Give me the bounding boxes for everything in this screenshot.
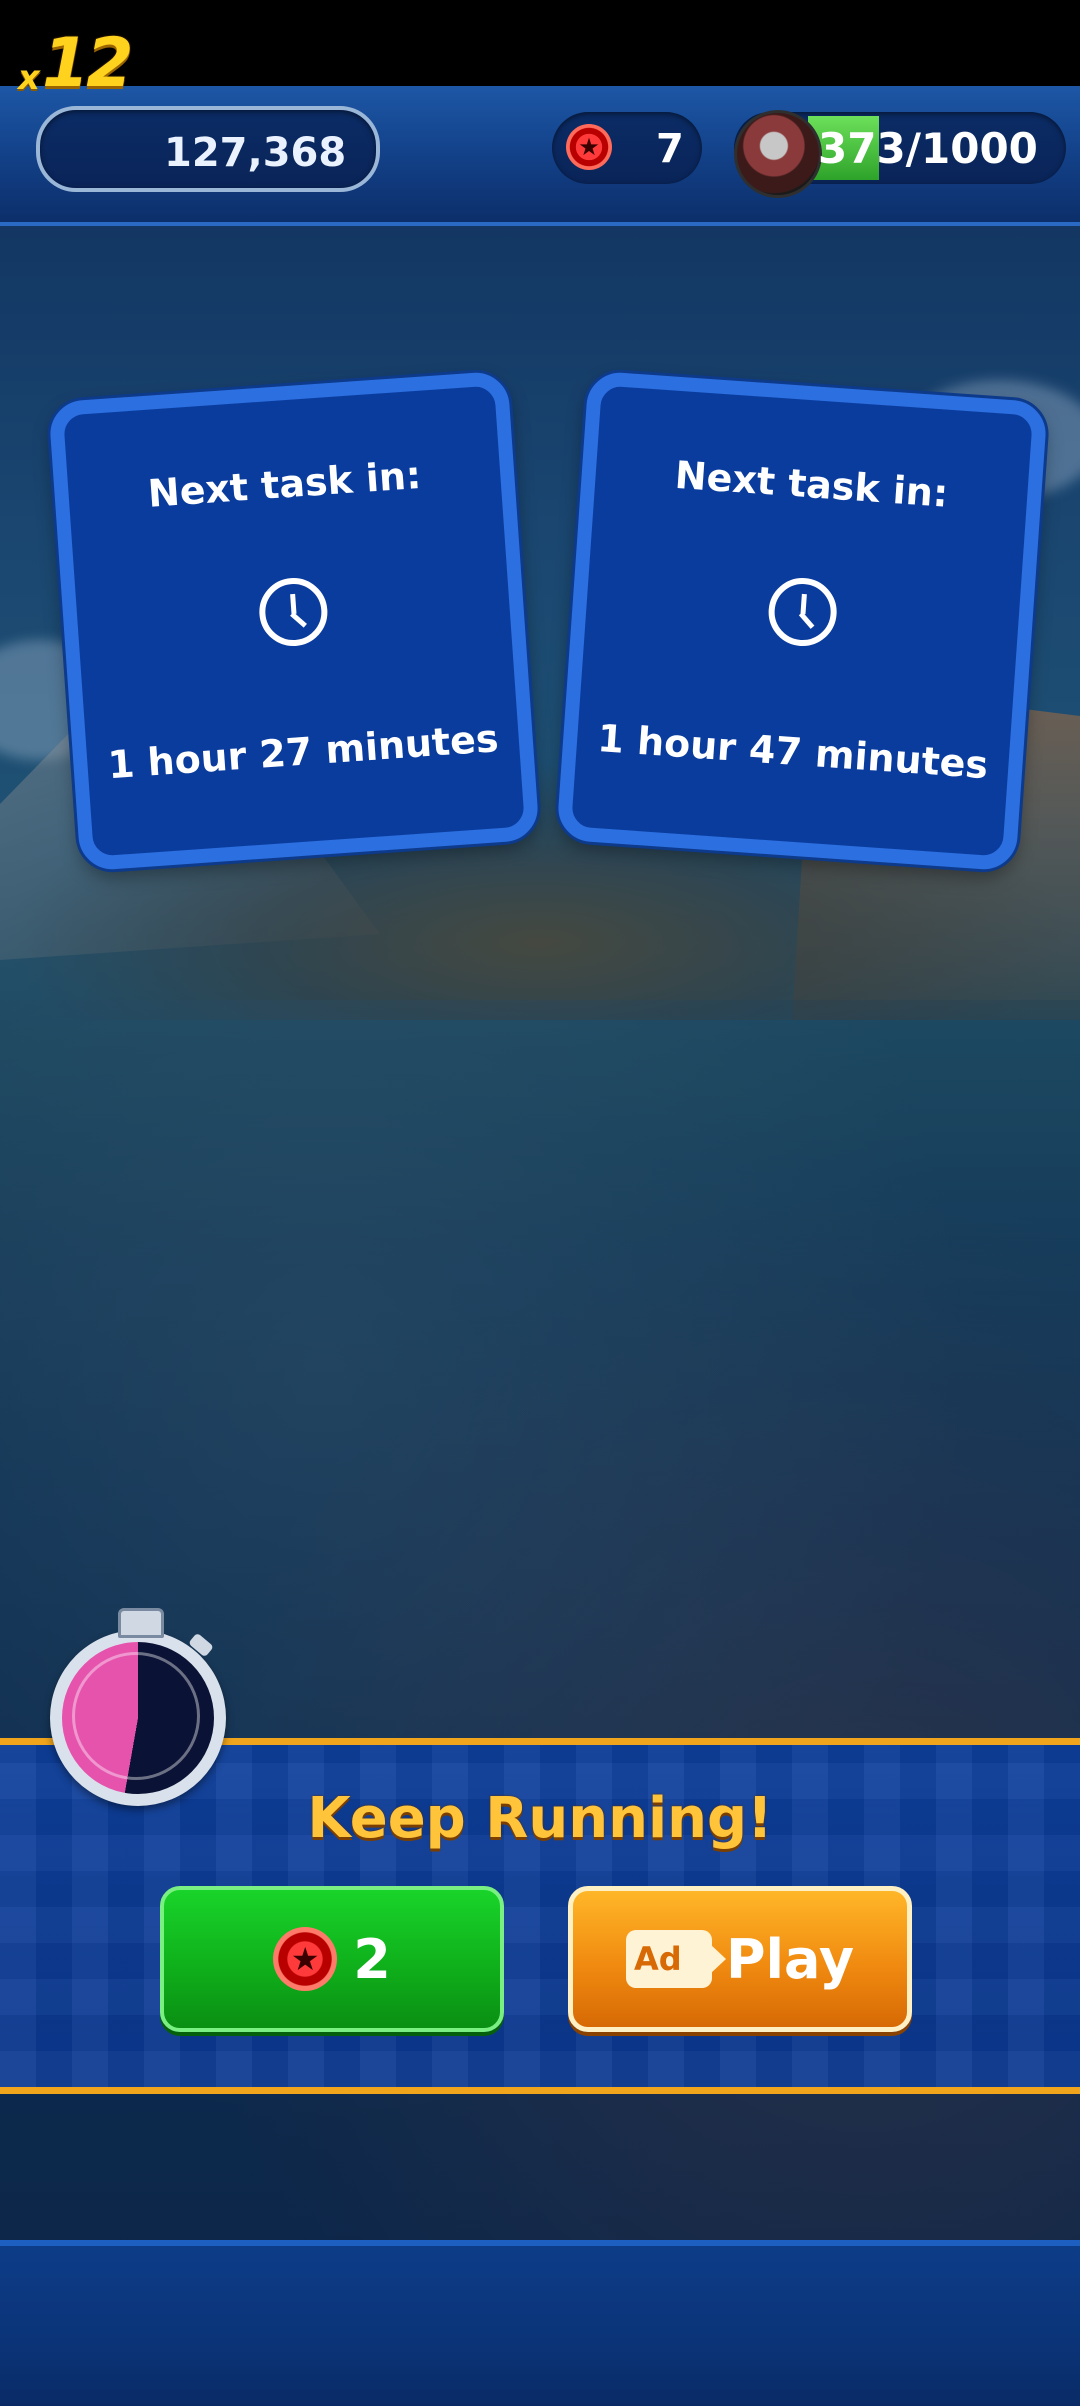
task-card-label: Next task in: <box>673 452 950 516</box>
multiplier-value: 12 <box>41 24 134 103</box>
stopwatch-inner-ring <box>72 1652 200 1780</box>
stopwatch-timer-icon <box>50 1608 226 1806</box>
watch-ad-play-button[interactable]: Ad Play <box>568 1886 912 2032</box>
task-card-label: Next task in: <box>146 452 423 516</box>
stopwatch-crown <box>118 1608 164 1638</box>
bottom-bar <box>0 2240 1080 2406</box>
ring-cost-value: 2 <box>353 1927 391 1991</box>
eggman-icon <box>734 110 822 198</box>
multiplier-prefix: x <box>18 58 40 98</box>
red-star-ring-icon: ★ <box>566 124 612 170</box>
score-multiplier: x 12 <box>18 22 134 103</box>
red-star-ring-icon: ★ <box>273 1927 338 1991</box>
energy-value: 373/1000 <box>818 124 1038 173</box>
task-card-2[interactable]: Next task in: 1 hour 47 minutes <box>556 370 1048 872</box>
ad-play-label: Play <box>725 1927 855 1991</box>
ad-video-icon: Ad <box>625 1930 726 1988</box>
continue-with-rings-button[interactable]: ★ 2 <box>160 1886 504 2032</box>
status-bar <box>0 0 1080 86</box>
clock-icon <box>766 575 839 649</box>
score-value: 127,368 <box>164 130 347 176</box>
task-card-1[interactable]: Next task in: 1 hour 27 minutes <box>48 370 540 872</box>
red-star-ring-count: 7 <box>656 126 684 172</box>
task-card-time: 1 hour 27 minutes <box>106 716 500 788</box>
task-card-time: 1 hour 47 minutes <box>596 716 990 788</box>
clock-icon <box>257 575 330 649</box>
